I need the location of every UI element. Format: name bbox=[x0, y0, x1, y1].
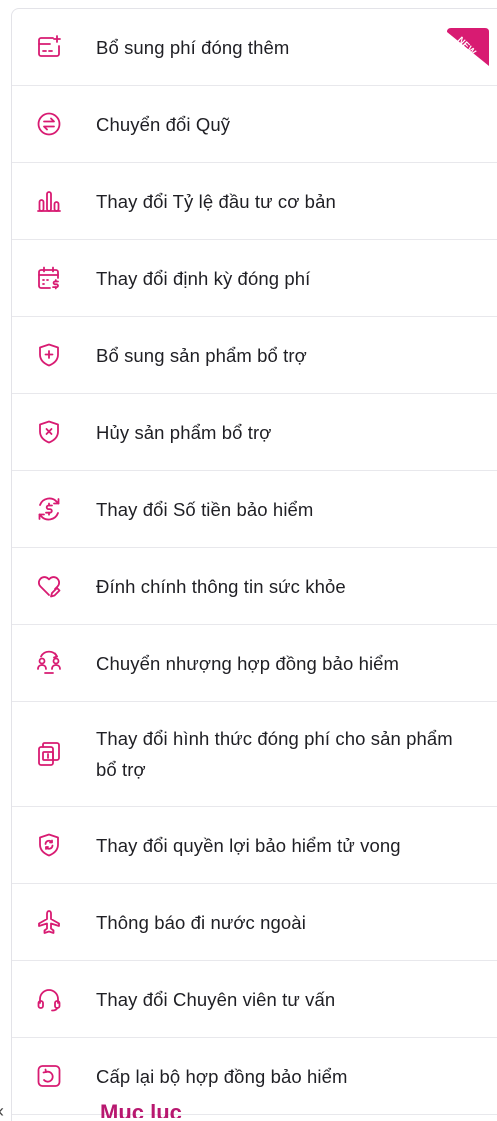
menu-item-label: Thay đổi Chuyên viên tư vấn bbox=[96, 988, 336, 1010]
headset-icon bbox=[36, 986, 62, 1012]
calendar-payment-icon bbox=[36, 265, 62, 291]
menu-item-payment-frequency[interactable]: Thay đổi định kỳ đóng phí bbox=[12, 240, 497, 317]
money-refresh-icon bbox=[36, 496, 62, 522]
transfer-people-icon bbox=[36, 650, 62, 676]
menu-item-label: Cấp lại bộ hợp đồng bảo hiểm bbox=[96, 1065, 348, 1087]
document-reissue-icon bbox=[36, 1063, 62, 1089]
heart-edit-icon bbox=[36, 573, 62, 599]
menu-item-label: Bổ sung phí đóng thêm bbox=[96, 36, 290, 58]
menu-item-label: Thay đổi Số tiền bảo hiểm bbox=[96, 498, 314, 520]
shield-refresh-icon bbox=[36, 832, 62, 858]
shield-x-icon bbox=[36, 419, 62, 445]
menu-item-label: Bổ sung sản phẩm bổ trợ bbox=[96, 344, 307, 366]
menu-item-add-premium[interactable]: Bổ sung phí đóng thêm NEW bbox=[12, 9, 497, 86]
add-premium-icon bbox=[36, 34, 62, 60]
menu-item-change-advisor[interactable]: Thay đổi Chuyên viên tư vấn bbox=[12, 961, 497, 1038]
menu-item-label: Thay đổi định kỳ đóng phí bbox=[96, 267, 311, 289]
shield-plus-icon bbox=[36, 342, 62, 368]
menu-item-death-benefit[interactable]: Thay đổi quyền lợi bảo hiểm tử vong bbox=[12, 807, 497, 884]
table-of-contents-bar[interactable]: ‹ Mục lục bbox=[0, 1096, 497, 1118]
bar-chart-icon bbox=[36, 188, 62, 214]
payment-method-icon bbox=[36, 741, 62, 767]
menu-item-rider-payment-method[interactable]: Thay đổi hình thức đóng phí cho sản phẩm… bbox=[12, 702, 497, 807]
menu-item-overseas-notice[interactable]: Thông báo đi nước ngoài bbox=[12, 884, 497, 961]
menu-item-health-correction[interactable]: Đính chính thông tin sức khỏe bbox=[12, 548, 497, 625]
menu-item-fund-switch[interactable]: Chuyển đổi Quỹ bbox=[12, 86, 497, 163]
airplane-icon bbox=[36, 909, 62, 935]
service-menu-panel: Bổ sung phí đóng thêm NEW Chuyển đổi Quỹ… bbox=[11, 8, 497, 1121]
menu-item-label: Đính chính thông tin sức khỏe bbox=[96, 575, 346, 597]
menu-item-label: Thay đổi hình thức đóng phí cho sản phẩm… bbox=[96, 728, 453, 780]
menu-item-contract-transfer[interactable]: Chuyển nhượng hợp đồng bảo hiểm bbox=[12, 625, 497, 702]
table-of-contents-title: Mục lục bbox=[100, 1100, 182, 1118]
new-badge: NEW bbox=[445, 26, 491, 72]
menu-item-label: Chuyển nhượng hợp đồng bảo hiểm bbox=[96, 652, 400, 674]
menu-item-add-rider[interactable]: Bổ sung sản phẩm bổ trợ bbox=[12, 317, 497, 394]
menu-item-label: Hủy sản phẩm bổ trợ bbox=[96, 421, 272, 443]
fund-switch-icon bbox=[36, 111, 62, 137]
menu-item-label: Thông báo đi nước ngoài bbox=[96, 911, 306, 933]
menu-item-label: Chuyển đổi Quỹ bbox=[96, 113, 231, 135]
menu-item-investment-ratio[interactable]: Thay đổi Tỷ lệ đầu tư cơ bản bbox=[12, 163, 497, 240]
menu-item-cancel-rider[interactable]: Hủy sản phẩm bổ trợ bbox=[12, 394, 497, 471]
menu-item-sum-assured[interactable]: Thay đổi Số tiền bảo hiểm bbox=[12, 471, 497, 548]
menu-item-label: Thay đổi quyền lợi bảo hiểm tử vong bbox=[96, 834, 401, 856]
menu-item-label: Thay đổi Tỷ lệ đầu tư cơ bản bbox=[96, 190, 336, 212]
chevron-left-icon[interactable]: ‹ bbox=[0, 1102, 4, 1118]
